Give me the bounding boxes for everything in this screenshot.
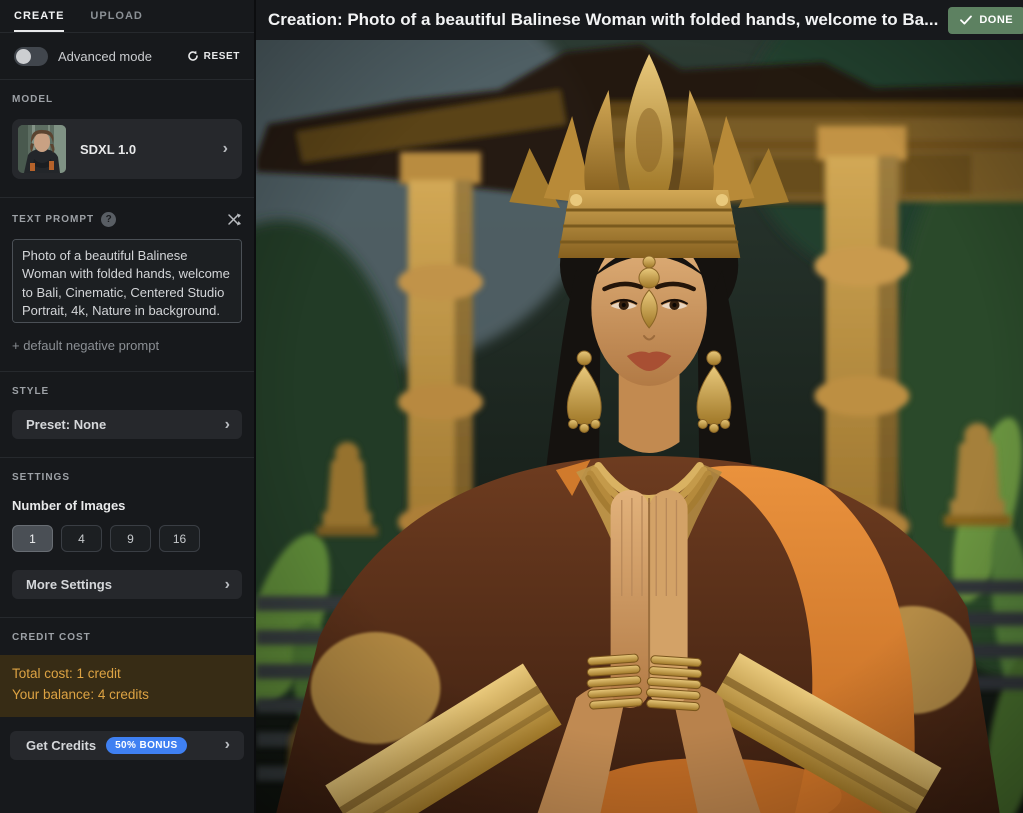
credit-cost-section: CREDIT COST Total cost: 1 credit Your ba… (0, 617, 254, 760)
chevron-right-icon: › (223, 141, 236, 157)
creation-title: Creation: Photo of a beautiful Balinese … (268, 10, 938, 30)
model-section: MODEL (0, 79, 254, 197)
settings-section-label: SETTINGS (12, 472, 242, 483)
advanced-mode-label: Advanced mode (58, 49, 177, 64)
number-of-images-label: Number of Images (12, 498, 242, 513)
main-area: Creation: Photo of a beautiful Balinese … (256, 0, 1023, 813)
generated-image[interactable] (256, 40, 1023, 813)
model-section-label: MODEL (12, 94, 242, 105)
credit-banner: Total cost: 1 credit Your balance: 4 cre… (0, 655, 254, 717)
credit-cost-label: CREDIT COST (0, 632, 254, 643)
image-count-options: 1 4 9 16 (12, 525, 242, 552)
tab-create[interactable]: CREATE (14, 0, 64, 32)
done-button[interactable]: DONE (948, 7, 1023, 34)
settings-section: SETTINGS Number of Images 1 4 9 16 More … (0, 457, 254, 617)
prompt-input[interactable]: Photo of a beautiful Balinese Woman with… (12, 239, 242, 323)
prompt-section: TEXT PROMPT ? Photo of a beautiful Balin… (0, 197, 254, 371)
count-option-4[interactable]: 4 (61, 525, 102, 552)
count-option-1[interactable]: 1 (12, 525, 53, 552)
negative-prompt-link[interactable]: + default negative prompt (12, 338, 242, 353)
advanced-mode-row: Advanced mode RESET (0, 33, 254, 79)
count-option-16[interactable]: 16 (159, 525, 200, 552)
count-option-9[interactable]: 9 (110, 525, 151, 552)
toggle-knob (16, 49, 31, 64)
more-settings-button[interactable]: More Settings › (12, 570, 242, 599)
model-thumbnail (18, 125, 66, 173)
chevron-right-icon: › (225, 737, 238, 753)
style-section: STYLE Preset: None › (0, 371, 254, 457)
style-section-label: STYLE (12, 386, 242, 397)
check-icon (960, 15, 972, 25)
creation-header: Creation: Photo of a beautiful Balinese … (256, 0, 1023, 40)
advanced-mode-toggle[interactable] (14, 47, 48, 66)
bonus-badge: 50% BONUS (106, 737, 187, 754)
sidebar: CREATE UPLOAD Advanced mode RESET MODEL (0, 0, 256, 813)
tab-upload[interactable]: UPLOAD (90, 0, 142, 32)
total-cost-text: Total cost: 1 credit (12, 664, 242, 685)
generated-image-art (256, 40, 1023, 813)
get-credits-button[interactable]: Get Credits 50% BONUS › (10, 731, 244, 760)
help-icon[interactable]: ? (101, 212, 116, 227)
shuffle-icon[interactable] (227, 212, 242, 227)
chevron-right-icon: › (225, 417, 238, 433)
reset-icon (187, 50, 199, 62)
sidebar-tabs: CREATE UPLOAD (0, 0, 254, 33)
reset-button[interactable]: RESET (187, 50, 240, 62)
app-window: CREATE UPLOAD Advanced mode RESET MODEL (0, 0, 1023, 813)
model-name: SDXL 1.0 (80, 142, 209, 157)
prompt-section-label: TEXT PROMPT (12, 214, 94, 225)
chevron-right-icon: › (225, 577, 238, 593)
balance-text: Your balance: 4 credits (12, 685, 242, 706)
style-preset-button[interactable]: Preset: None › (12, 410, 242, 439)
model-selector[interactable]: SDXL 1.0 › (12, 119, 242, 179)
